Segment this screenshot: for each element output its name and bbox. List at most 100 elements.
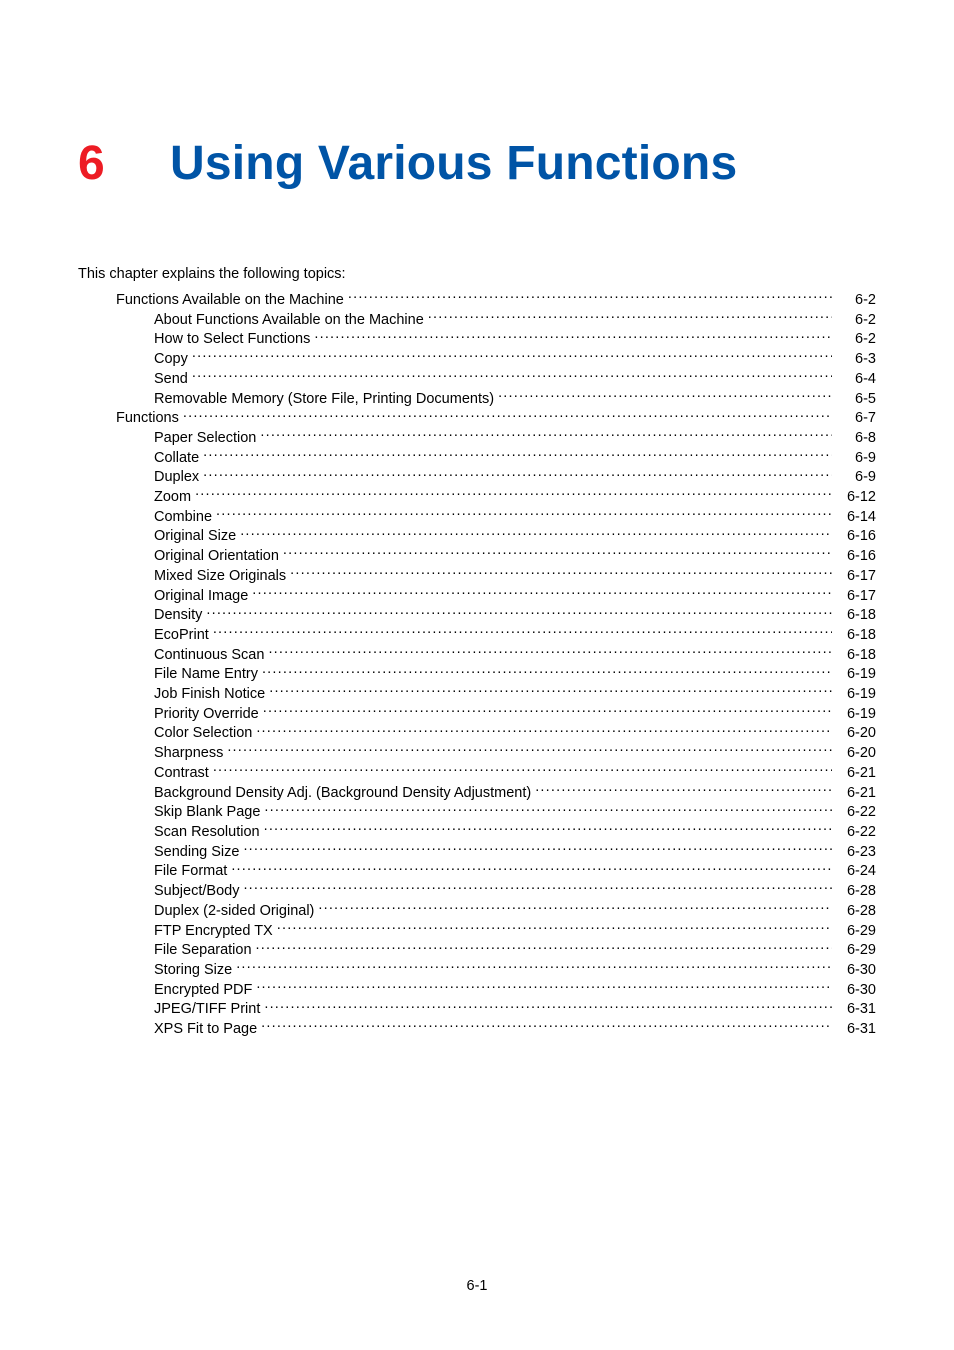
toc-entry[interactable]: File Format 6-24	[78, 861, 876, 881]
toc-entry-label: Removable Memory (Store File, Printing D…	[154, 390, 494, 409]
toc-entry[interactable]: Skip Blank Page 6-22	[78, 802, 876, 822]
toc-leader-dots	[318, 901, 832, 915]
toc-entry[interactable]: Collate 6-9	[78, 448, 876, 468]
toc-entry[interactable]: Functions Available on the Machine 6-2	[78, 290, 876, 310]
toc-entry-page: 6-2	[836, 311, 876, 330]
toc-entry[interactable]: Functions 6-7	[78, 408, 876, 428]
toc-entry-page: 6-24	[836, 862, 876, 881]
toc-leader-dots	[260, 428, 832, 442]
toc-entry-page: 6-14	[836, 508, 876, 527]
toc-leader-dots	[203, 467, 832, 481]
toc-entry-page: 6-28	[836, 902, 876, 921]
toc-leader-dots	[206, 605, 832, 619]
toc-entry[interactable]: Sending Size 6-23	[78, 842, 876, 862]
toc-entry[interactable]: Color Selection 6-20	[78, 723, 876, 743]
toc-entry-page: 6-31	[836, 1020, 876, 1039]
toc-entry-page: 6-17	[836, 587, 876, 606]
toc-entry[interactable]: Original Orientation 6-16	[78, 546, 876, 566]
toc-entry-label: Original Image	[154, 587, 248, 606]
toc-entry-page: 6-19	[836, 705, 876, 724]
toc-entry-page: 6-18	[836, 606, 876, 625]
toc-entry[interactable]: FTP Encrypted TX 6-29	[78, 921, 876, 941]
toc-entry[interactable]: Job Finish Notice 6-19	[78, 684, 876, 704]
toc-leader-dots	[203, 448, 832, 462]
toc-entry-label: Subject/Body	[154, 882, 239, 901]
toc-leader-dots	[183, 408, 832, 422]
toc-entry-page: 6-9	[836, 449, 876, 468]
toc-entry-label: Combine	[154, 508, 212, 527]
toc-entry[interactable]: Scan Resolution 6-22	[78, 822, 876, 842]
toc-entry[interactable]: Storing Size 6-30	[78, 960, 876, 980]
toc-entry-label: Encrypted PDF	[154, 981, 252, 1000]
toc-entry[interactable]: Sharpness 6-20	[78, 743, 876, 763]
toc-leader-dots	[240, 526, 832, 540]
page: 6 Using Various Functions This chapter e…	[0, 0, 954, 1350]
toc-entry-page: 6-20	[836, 724, 876, 743]
toc-leader-dots	[243, 842, 832, 856]
toc-entry[interactable]: Send 6-4	[78, 369, 876, 389]
toc-entry[interactable]: Mixed Size Originals 6-17	[78, 566, 876, 586]
toc-entry-page: 6-12	[836, 488, 876, 507]
toc-entry[interactable]: Zoom 6-12	[78, 487, 876, 507]
toc-entry[interactable]: JPEG/TIFF Print 6-31	[78, 999, 876, 1019]
table-of-contents: Functions Available on the Machine 6-2Ab…	[0, 290, 954, 1039]
toc-entry-page: 6-4	[836, 370, 876, 389]
toc-entry-page: 6-9	[836, 468, 876, 487]
toc-entry-page: 6-2	[836, 291, 876, 310]
toc-entry[interactable]: Paper Selection 6-8	[78, 428, 876, 448]
toc-entry[interactable]: About Functions Available on the Machine…	[78, 310, 876, 330]
toc-entry-page: 6-30	[836, 961, 876, 980]
toc-entry-label: Original Orientation	[154, 547, 279, 566]
toc-entry[interactable]: Continuous Scan 6-18	[78, 645, 876, 665]
toc-entry-page: 6-30	[836, 981, 876, 1000]
toc-entry-page: 6-16	[836, 547, 876, 566]
toc-entry-page: 6-2	[836, 330, 876, 349]
toc-entry-label: File Format	[154, 862, 227, 881]
toc-entry[interactable]: Priority Override 6-19	[78, 704, 876, 724]
toc-entry[interactable]: File Name Entry 6-19	[78, 664, 876, 684]
toc-entry-label: Collate	[154, 449, 199, 468]
toc-entry-label: Sharpness	[154, 744, 223, 763]
toc-entry-label: Skip Blank Page	[154, 803, 260, 822]
toc-entry[interactable]: Copy 6-3	[78, 349, 876, 369]
toc-entry-page: 6-8	[836, 429, 876, 448]
toc-entry[interactable]: How to Select Functions 6-2	[78, 329, 876, 349]
toc-leader-dots	[227, 743, 832, 757]
page-number: 6-1	[0, 1278, 954, 1294]
toc-entry[interactable]: Original Size 6-16	[78, 526, 876, 546]
toc-entry-label: How to Select Functions	[154, 330, 310, 349]
toc-entry[interactable]: Removable Memory (Store File, Printing D…	[78, 389, 876, 409]
toc-entry[interactable]: Original Image 6-17	[78, 586, 876, 606]
toc-leader-dots	[290, 566, 832, 580]
toc-entry[interactable]: Contrast 6-21	[78, 763, 876, 783]
toc-leader-dots	[283, 546, 832, 560]
toc-leader-dots	[256, 980, 832, 994]
toc-entry-label: About Functions Available on the Machine	[154, 311, 424, 330]
toc-leader-dots	[264, 999, 832, 1013]
toc-leader-dots	[535, 783, 832, 797]
toc-entry-label: Mixed Size Originals	[154, 567, 286, 586]
toc-entry-page: 6-31	[836, 1000, 876, 1019]
toc-entry[interactable]: Background Density Adj. (Background Dens…	[78, 783, 876, 803]
toc-leader-dots	[268, 645, 832, 659]
toc-entry[interactable]: Subject/Body 6-28	[78, 881, 876, 901]
toc-entry[interactable]: Duplex 6-9	[78, 467, 876, 487]
toc-entry[interactable]: Combine 6-14	[78, 507, 876, 527]
toc-entry-label: File Separation	[154, 941, 252, 960]
toc-leader-dots	[231, 861, 832, 875]
toc-entry-page: 6-19	[836, 685, 876, 704]
toc-entry-page: 6-18	[836, 646, 876, 665]
toc-entry[interactable]: Density 6-18	[78, 605, 876, 625]
toc-entry[interactable]: XPS Fit to Page 6-31	[78, 1019, 876, 1039]
toc-entry-page: 6-16	[836, 527, 876, 546]
toc-entry[interactable]: Duplex (2-sided Original) 6-28	[78, 901, 876, 921]
toc-leader-dots	[213, 625, 832, 639]
toc-entry[interactable]: File Separation 6-29	[78, 940, 876, 960]
toc-leader-dots	[243, 881, 832, 895]
toc-leader-dots	[498, 389, 832, 403]
toc-entry-label: Color Selection	[154, 724, 252, 743]
toc-entry[interactable]: EcoPrint 6-18	[78, 625, 876, 645]
toc-entry-page: 6-29	[836, 922, 876, 941]
toc-entry-page: 6-22	[836, 823, 876, 842]
toc-entry[interactable]: Encrypted PDF 6-30	[78, 980, 876, 1000]
